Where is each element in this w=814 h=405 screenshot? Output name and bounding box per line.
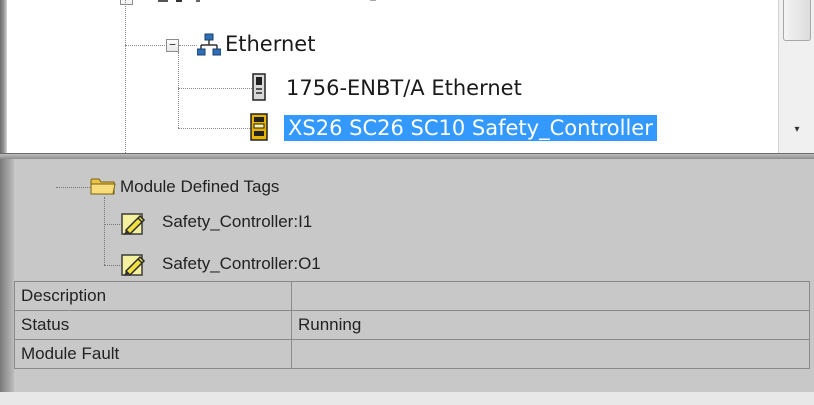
tree-item-1756-enbt[interactable]: 1756-ENBT/A Ethernet — [286, 75, 522, 101]
module-properties-pane: Module Defined Tags Safety_Controller:I1… — [0, 159, 814, 405]
tag-safety-controller-o1[interactable]: Safety_Controller:O1 — [162, 253, 321, 275]
vertical-scrollbar[interactable]: ▾ — [778, 0, 814, 153]
tag-icon — [121, 213, 146, 236]
table-row: Description — [14, 281, 810, 311]
property-value-status[interactable]: Running — [291, 310, 810, 340]
tree-connector — [179, 45, 197, 46]
property-value-description[interactable] — [291, 281, 810, 311]
tree-guide-line — [178, 52, 179, 128]
module-icon — [252, 73, 266, 101]
property-value-module-fault[interactable] — [291, 339, 810, 369]
pane-left-border — [0, 0, 7, 153]
tree-item-safety-controller[interactable]: XS26 SC26 SC10 Safety_Controller — [284, 115, 657, 141]
tree-connector — [56, 187, 90, 188]
module-properties-table: Description Status Running Module Fault — [14, 281, 810, 369]
module-tags-tree: Module Defined Tags Safety_Controller:I1… — [14, 159, 814, 281]
table-row: Status Running — [14, 310, 810, 340]
tree-connector — [125, 45, 165, 46]
controller-organizer-tree[interactable]: − Ethernet 1756-ENBT/A Ethernet XS26 SC2… — [0, 0, 814, 153]
property-label-description: Description — [14, 281, 292, 311]
scroll-down-arrow-icon[interactable]: ▾ — [791, 124, 803, 136]
network-icon — [197, 33, 221, 56]
scrollbar-thumb[interactable] — [783, 0, 811, 41]
module-defined-tags-folder[interactable]: Module Defined Tags — [120, 176, 279, 198]
tree-guide-line — [125, 0, 126, 153]
table-row: Module Fault — [14, 339, 810, 369]
folder-icon — [90, 178, 116, 195]
tree-guide-line — [104, 197, 105, 265]
tag-safety-controller-i1[interactable]: Safety_Controller:I1 — [162, 211, 312, 233]
tree-item-ethernet[interactable]: Ethernet — [225, 31, 315, 57]
application-window: − Ethernet 1756-ENBT/A Ethernet XS26 SC2… — [0, 0, 814, 405]
collapse-expander[interactable]: − — [166, 39, 179, 52]
safety-module-icon — [250, 113, 268, 141]
tree-connector — [178, 128, 252, 129]
tag-icon — [121, 254, 146, 277]
pane-left-border — [0, 159, 14, 405]
tree-connector — [178, 88, 252, 89]
clipped-tree-item — [120, 0, 380, 6]
pane-footer-strip — [0, 392, 814, 405]
property-label-module-fault: Module Fault — [14, 339, 292, 369]
property-label-status: Status — [14, 310, 292, 340]
